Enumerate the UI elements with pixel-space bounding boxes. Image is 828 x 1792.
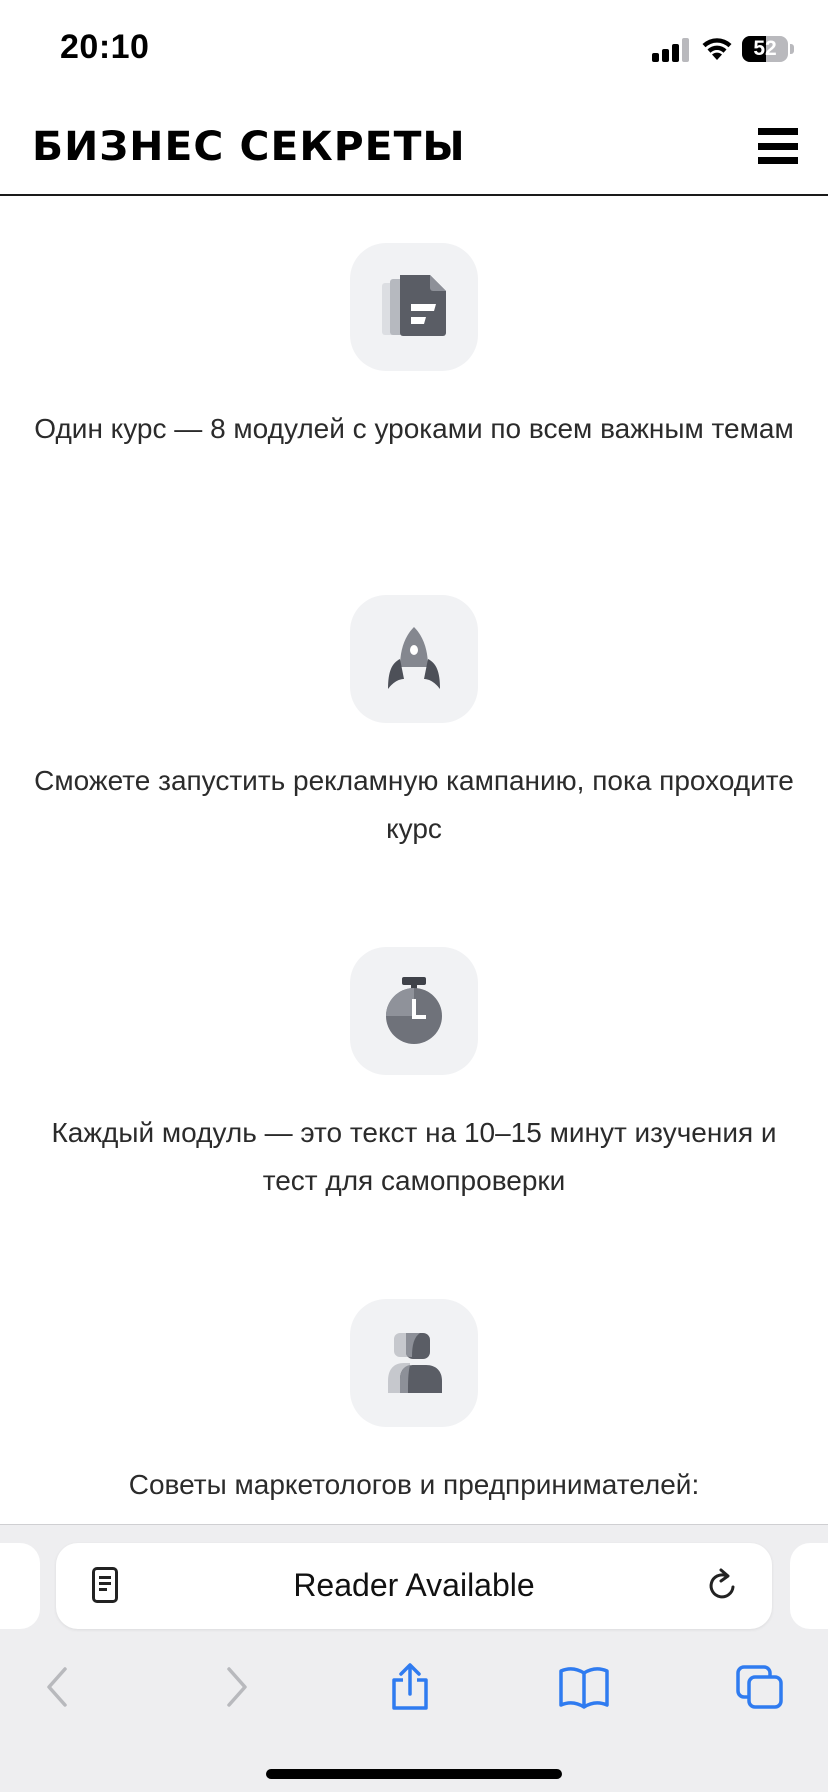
hamburger-menu-icon[interactable]	[756, 126, 800, 166]
back-icon[interactable]	[30, 1661, 86, 1713]
feature-text: Сможете запустить рекламную кампанию, по…	[34, 765, 794, 844]
home-indicator[interactable]	[266, 1769, 562, 1779]
feature-text: Каждый модуль — это текст на 10–15 минут…	[51, 1117, 777, 1196]
battery-level: 52	[753, 37, 777, 60]
forward-icon[interactable]	[208, 1661, 264, 1713]
site-logo[interactable]: БИЗНЕС СЕКРЕТЫ	[32, 124, 466, 170]
status-time: 20:10	[60, 28, 150, 66]
rocket-icon	[350, 595, 478, 723]
wifi-icon	[702, 38, 732, 60]
browser-bottom-bar: Reader Available	[0, 1524, 828, 1792]
next-tab-preview[interactable]	[790, 1543, 828, 1629]
bookmarks-icon[interactable]	[556, 1661, 612, 1713]
stopwatch-icon	[350, 947, 478, 1075]
battery-tip	[790, 44, 794, 54]
tabs-icon[interactable]	[732, 1661, 788, 1713]
feature-text: Один курс — 8 модулей с уроками по всем …	[34, 413, 794, 444]
feature-text: Советы маркетологов и предпринимателей:	[128, 1469, 700, 1500]
previous-tab-preview[interactable]	[0, 1543, 40, 1629]
features-list: Один курс — 8 модулей с уроками по всем …	[0, 196, 828, 1526]
reload-icon[interactable]	[706, 1567, 740, 1603]
browser-toolbar	[0, 1643, 828, 1733]
documents-icon	[350, 243, 478, 371]
address-bar[interactable]: Reader Available	[56, 1543, 772, 1629]
status-bar: 20:10 52	[0, 0, 828, 100]
battery-icon: 52	[742, 36, 788, 62]
cellular-signal-icon	[652, 38, 692, 62]
site-header: БИЗНЕС СЕКРЕТЫ	[0, 100, 828, 196]
address-text[interactable]: Reader Available	[56, 1567, 772, 1604]
share-icon[interactable]	[382, 1661, 438, 1713]
people-icon	[350, 1299, 478, 1427]
